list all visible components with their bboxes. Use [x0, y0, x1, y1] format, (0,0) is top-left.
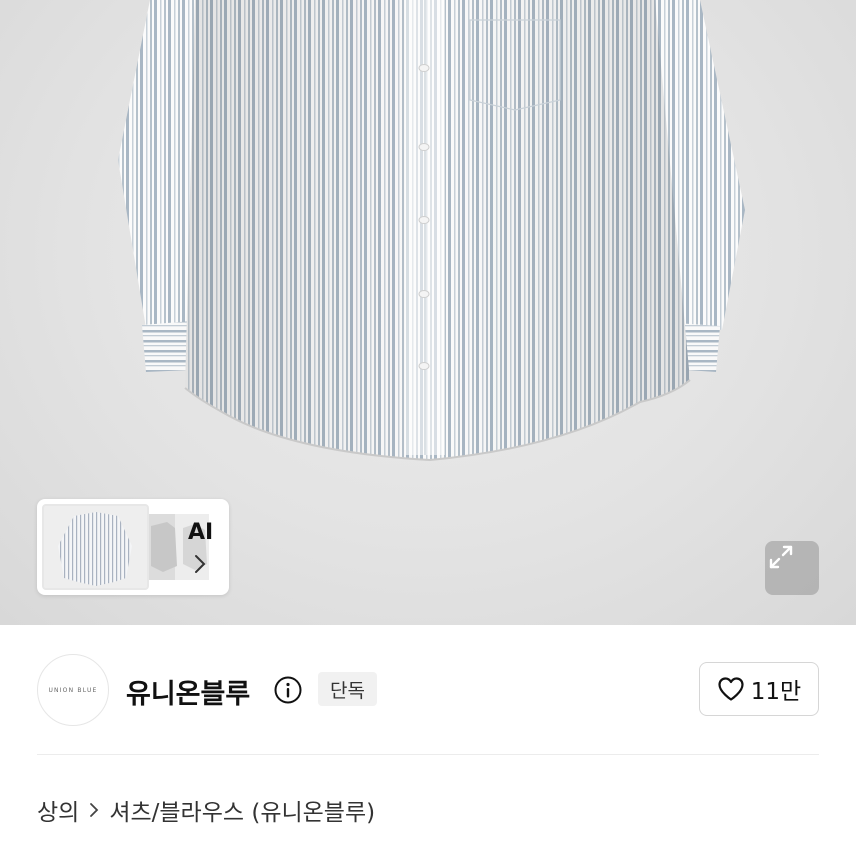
product-image-gallery[interactable]: AI: [0, 0, 856, 625]
like-button[interactable]: 11만: [699, 662, 819, 716]
breadcrumb: 상의 셔츠/블라우스 (유니온블루): [37, 794, 375, 826]
brand-logo[interactable]: UNION BLUE: [37, 654, 109, 726]
heart-icon: [718, 677, 744, 701]
thumbnail-main[interactable]: [42, 504, 149, 590]
divider: [37, 754, 819, 755]
breadcrumb-category[interactable]: 상의: [37, 793, 79, 827]
brand-logo-text: UNION BLUE: [48, 686, 98, 694]
info-icon[interactable]: [273, 675, 303, 709]
exclusive-badge: 단독: [318, 672, 377, 706]
breadcrumb-subcategory[interactable]: 셔츠/블라우스 (유니온블루): [109, 793, 375, 827]
chevron-right-icon: [89, 802, 99, 818]
expand-icon: [769, 545, 793, 569]
like-count: 11만: [750, 679, 802, 705]
ai-thumbnail-panel[interactable]: AI: [37, 499, 229, 595]
expand-button[interactable]: [765, 541, 819, 595]
brand-name[interactable]: 유니온블루: [126, 672, 250, 711]
ai-label: AI: [188, 520, 214, 545]
